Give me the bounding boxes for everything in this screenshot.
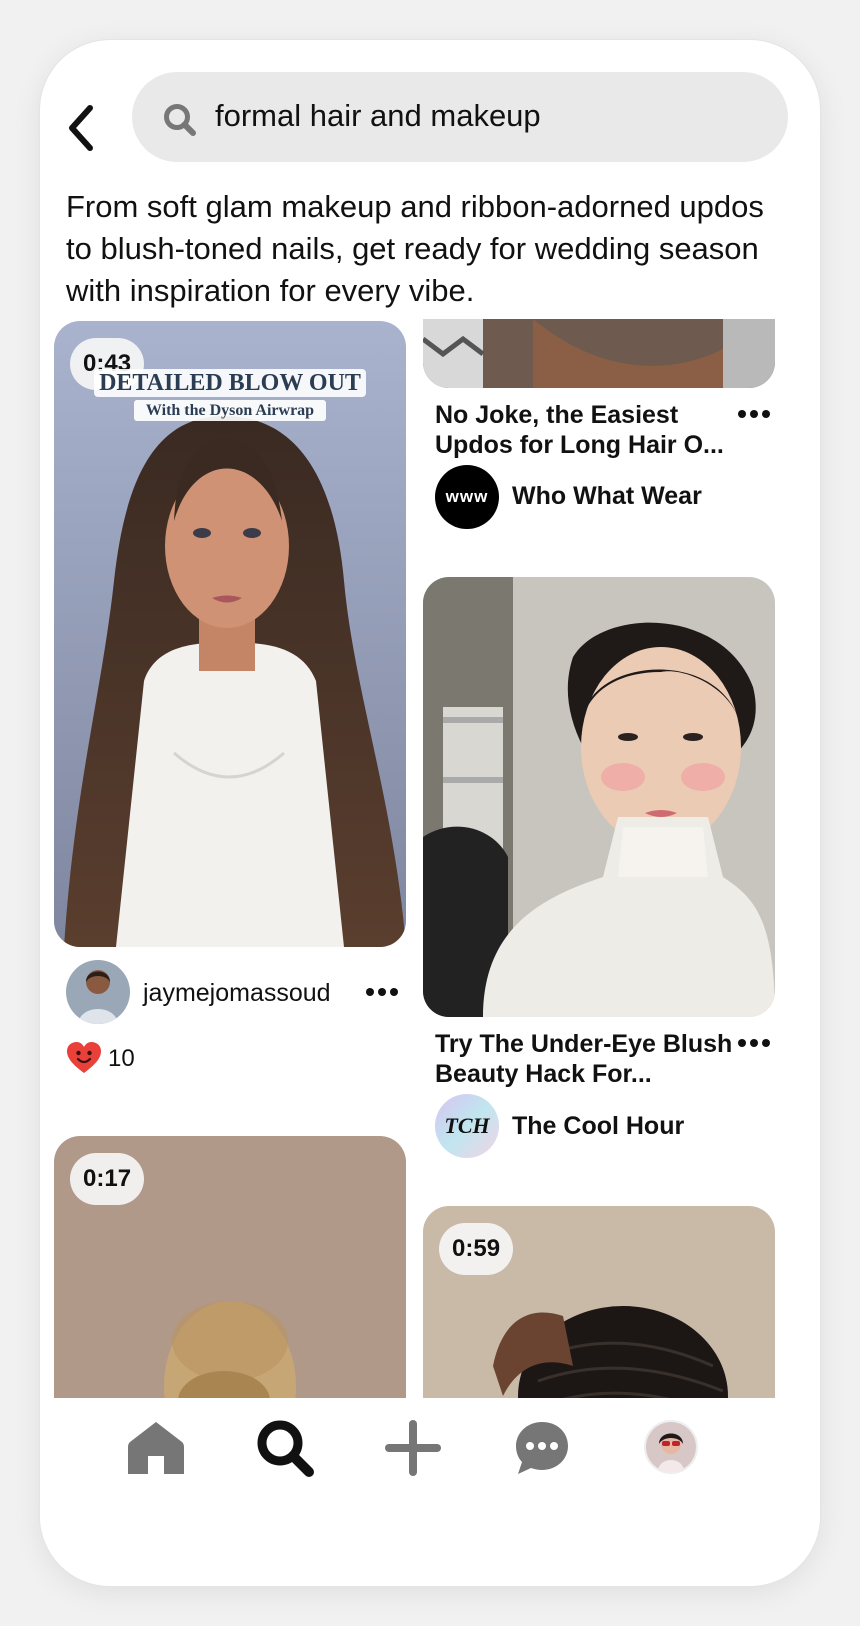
creator-avatar[interactable]: [66, 960, 130, 1024]
video-overlay-title: DETAILED BLOW OUT: [94, 369, 366, 397]
search-icon: [164, 104, 196, 136]
creator-name[interactable]: jaymejomassoud: [143, 979, 331, 1008]
source-name[interactable]: The Cool Hour: [512, 1112, 684, 1141]
more-options-icon[interactable]: [737, 1036, 771, 1050]
search-bar[interactable]: formal hair and makeup: [132, 72, 788, 162]
search-description: From soft glam makeup and ribbon-adorned…: [66, 189, 764, 308]
pin-title-updos[interactable]: No Joke, the Easiest Updos for Long Hair…: [435, 400, 735, 460]
search-query[interactable]: formal hair and makeup: [215, 98, 541, 134]
chat-icon[interactable]: [510, 1416, 574, 1480]
pin-image-blowout[interactable]: 0:43 DETAILED BLOW OUT With the Dyson Ai…: [54, 321, 406, 947]
pin-image-updos[interactable]: [423, 319, 775, 388]
search-icon[interactable]: [253, 1416, 317, 1480]
source-logo-text: TCH: [444, 1113, 490, 1138]
profile-avatar[interactable]: [644, 1420, 698, 1474]
video-duration-badge: 0:59: [439, 1223, 514, 1275]
video-overlay-subtitle: With the Dyson Airwrap: [134, 400, 326, 421]
more-options-icon[interactable]: [365, 985, 399, 999]
source-logo-text: www: [445, 487, 489, 506]
more-options-icon[interactable]: [737, 407, 771, 421]
pin-image-under-eye-blush[interactable]: [423, 577, 775, 1017]
source-logo-who-what-wear[interactable]: www: [435, 465, 499, 529]
plus-icon[interactable]: [381, 1416, 445, 1480]
source-logo-the-cool-hour[interactable]: TCH: [435, 1094, 499, 1158]
blush-photo: [423, 577, 775, 1017]
bottom-nav: [40, 1398, 820, 1586]
home-icon[interactable]: [124, 1416, 188, 1480]
video-duration-badge: 0:17: [70, 1153, 145, 1205]
source-name[interactable]: Who What Wear: [512, 482, 702, 511]
pin-feed: 0:43 DETAILED BLOW OUT With the Dyson Ai…: [40, 319, 820, 1491]
back-arrow-icon[interactable]: [62, 102, 102, 154]
phone-screen: formal hair and makeup From soft glam ma…: [40, 40, 820, 1586]
like-count: 10: [108, 1045, 135, 1072]
heart-reaction-icon: [67, 1042, 101, 1073]
pin-title-under-eye-blush[interactable]: Try The Under-Eye Blush Beauty Hack For.…: [435, 1029, 735, 1089]
updos-photo: [423, 319, 775, 388]
